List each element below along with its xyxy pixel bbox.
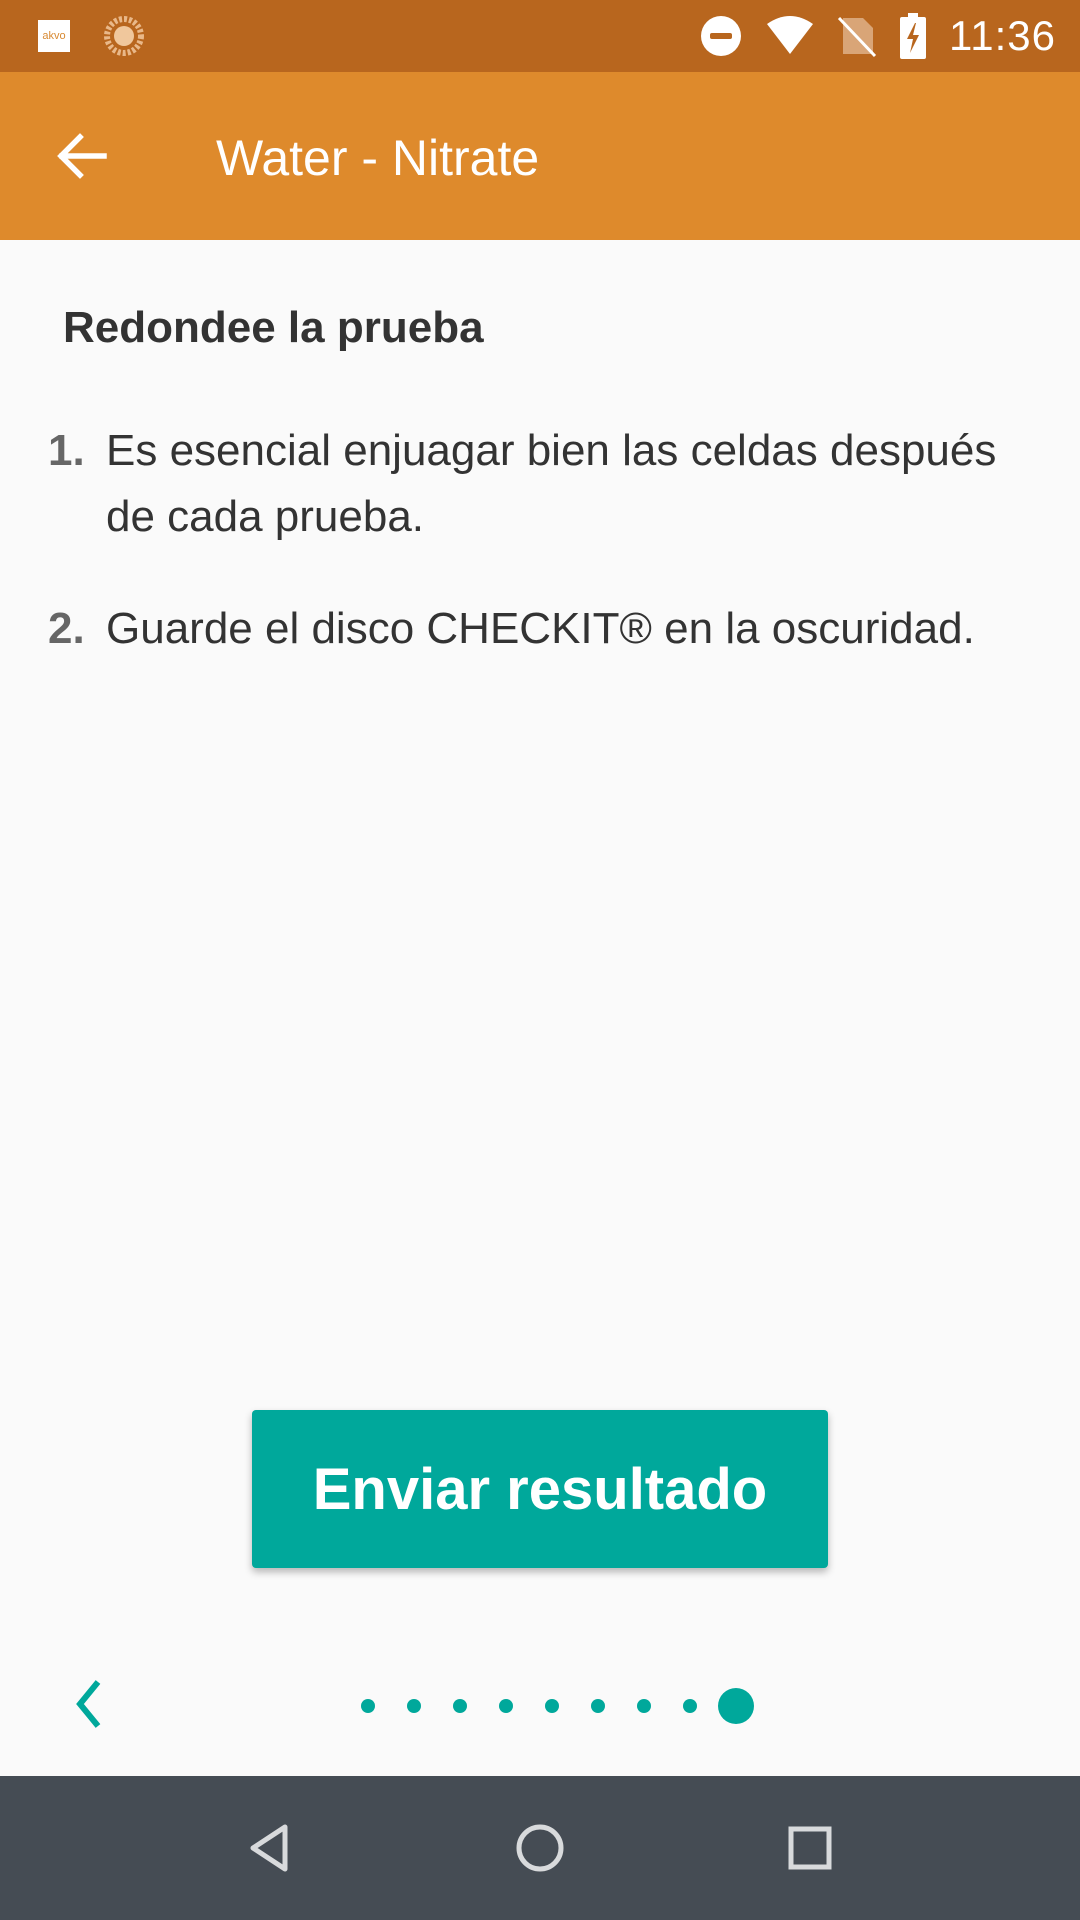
page-dot xyxy=(407,1699,421,1713)
page-dot xyxy=(545,1699,559,1713)
page-dot xyxy=(499,1699,513,1713)
page-dot xyxy=(591,1699,605,1713)
clock: 11:36 xyxy=(949,12,1056,59)
page-dot xyxy=(361,1699,375,1713)
back-button[interactable] xyxy=(44,118,120,194)
battery-charging-icon xyxy=(899,13,927,59)
step-number: 2. xyxy=(48,604,85,653)
page-indicator xyxy=(0,1686,1080,1726)
instruction-list: 1. Es esencial enjuagar bien las celdas … xyxy=(0,418,1080,708)
system-nav-bar xyxy=(0,1776,1080,1920)
sync-icon xyxy=(104,16,144,56)
akvo-app-icon: akvo xyxy=(38,20,70,52)
page-dot xyxy=(453,1699,467,1713)
arrow-back-icon xyxy=(57,133,107,179)
submit-result-button[interactable]: Enviar resultado xyxy=(252,1410,828,1568)
list-item: 2. Guarde el disco CHECKIT® en la oscuri… xyxy=(0,596,1080,662)
list-item: 1. Es esencial enjuagar bien las celdas … xyxy=(0,418,1080,550)
page-dot-active xyxy=(718,1688,754,1724)
step-text: Es esencial enjuagar bien las celdas des… xyxy=(106,426,997,541)
app-toolbar: Water - Nitrate xyxy=(0,72,1080,240)
nav-home-icon xyxy=(516,1824,564,1872)
nav-home-button[interactable] xyxy=(504,1812,576,1884)
nav-recents-button[interactable] xyxy=(774,1812,846,1884)
nav-recents-icon xyxy=(788,1826,832,1870)
step-text: Guarde el disco CHECKIT® en la oscuridad… xyxy=(106,604,975,653)
nav-back-button[interactable] xyxy=(234,1812,306,1884)
do-not-disturb-icon xyxy=(699,14,743,58)
status-bar: akvo 11:36 xyxy=(0,0,1080,72)
wifi-icon xyxy=(765,16,815,56)
page-dot xyxy=(637,1699,651,1713)
step-number: 1. xyxy=(48,426,85,475)
status-icons: 11:36 xyxy=(699,0,1056,72)
page-dot xyxy=(683,1699,697,1713)
nav-back-icon xyxy=(250,1824,288,1872)
screen: akvo 11:36 Water - Nitrate Redondee la p… xyxy=(0,0,1080,1920)
page-title: Water - Nitrate xyxy=(216,130,540,186)
section-heading: Redondee la prueba xyxy=(63,303,484,352)
no-sim-icon xyxy=(837,14,877,58)
